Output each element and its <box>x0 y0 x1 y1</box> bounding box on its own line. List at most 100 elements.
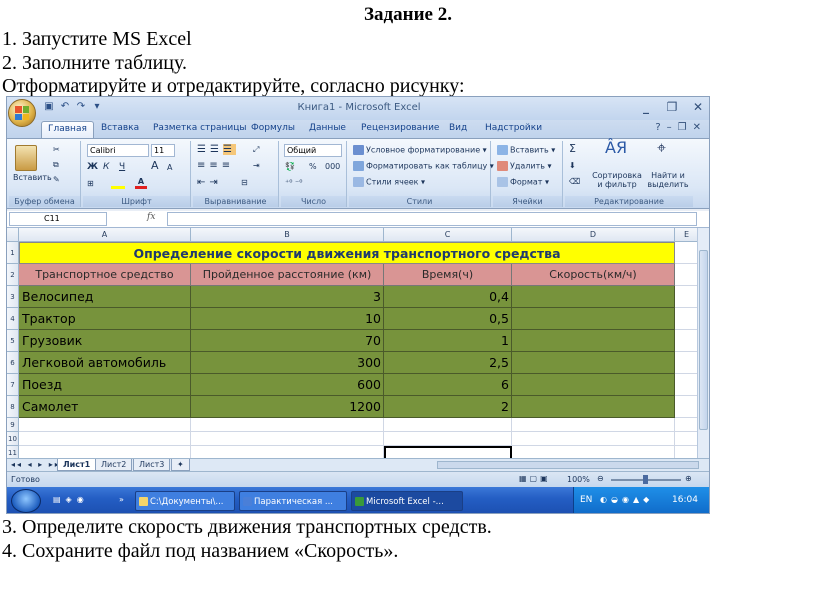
zoom-out-icon[interactable]: ⊖ <box>597 474 604 484</box>
header-cell[interactable]: Транспортное средство <box>19 264 191 286</box>
row-header-10[interactable]: 10 <box>7 432 19 446</box>
empty-cell[interactable] <box>675 432 699 446</box>
ribbon-restore-icon[interactable]: ❐ <box>678 122 687 133</box>
copy-icon[interactable]: ⧉ <box>53 160 59 170</box>
tab-insert[interactable]: Вставка <box>101 123 139 133</box>
row-header-4[interactable]: 4 <box>7 308 19 330</box>
row-header-7[interactable]: 7 <box>7 374 19 396</box>
data-cell[interactable]: Грузовик <box>19 330 191 352</box>
percent-button[interactable]: % <box>309 162 317 172</box>
format-cells-button[interactable]: Формат ▾ <box>497 177 549 188</box>
help-icon[interactable]: ? <box>655 122 660 133</box>
column-header-d[interactable]: D <box>512 228 675 242</box>
data-cell[interactable]: 0,4 <box>384 286 512 308</box>
task-button-word[interactable]: Парактическая ... <box>239 491 347 511</box>
italic-button[interactable]: К <box>103 162 109 172</box>
zoom-slider-thumb[interactable] <box>643 475 648 484</box>
formula-input[interactable] <box>167 212 697 226</box>
insert-cells-button[interactable]: Вставить ▾ <box>497 145 555 156</box>
data-cell[interactable]: 3 <box>191 286 384 308</box>
tab-page-layout[interactable]: Разметка страницы <box>153 123 247 133</box>
empty-cell[interactable] <box>191 432 384 446</box>
sheet-tab-1[interactable]: Лист1 <box>57 459 97 471</box>
autosum-button[interactable]: Σ <box>569 143 576 154</box>
paste-button[interactable]: Вставить <box>13 173 52 183</box>
bold-button[interactable]: Ж <box>87 162 98 172</box>
sheet-tab-2[interactable]: Лист2 <box>95 459 133 471</box>
column-header-c[interactable]: C <box>384 228 512 242</box>
conditional-formatting-button[interactable]: Условное форматирование ▾ <box>353 145 487 156</box>
select-all-corner[interactable] <box>7 228 19 242</box>
table-title-cell[interactable]: Определение скорости движения транспортн… <box>19 242 675 264</box>
find-select-button[interactable]: Найти и выделить <box>645 171 691 189</box>
horizontal-scrollbar[interactable] <box>437 461 699 469</box>
empty-cell[interactable] <box>675 264 699 286</box>
grow-font-button[interactable]: A <box>151 160 159 171</box>
sheet-tab-3[interactable]: Лист3 <box>133 459 171 471</box>
delete-cells-button[interactable]: Удалить ▾ <box>497 161 552 172</box>
maximize-icon[interactable]: ❐ <box>663 100 681 114</box>
data-cell[interactable] <box>512 286 675 308</box>
cut-icon[interactable]: ✂ <box>53 145 60 155</box>
data-cell[interactable] <box>512 330 675 352</box>
data-cell[interactable] <box>512 374 675 396</box>
tab-home[interactable]: Главная <box>41 121 94 138</box>
office-button[interactable] <box>8 99 36 127</box>
row-header-9[interactable]: 9 <box>7 418 19 432</box>
column-header-a[interactable]: A <box>19 228 191 242</box>
scroll-thumb[interactable] <box>699 250 708 430</box>
empty-cell[interactable] <box>675 242 699 264</box>
align-horizontal-icons[interactable]: ≡≡≡ <box>197 161 234 171</box>
indent-icons[interactable]: ⇤⇥ <box>197 178 222 188</box>
tray-icons[interactable]: ◐◒◉▲◆ <box>600 495 653 505</box>
insert-sheet-icon[interactable]: ✦ <box>171 459 190 471</box>
vertical-scrollbar[interactable] <box>697 228 709 458</box>
decimal-icons[interactable]: ⁺⁰ ⁻⁰ <box>285 178 302 188</box>
tab-review[interactable]: Рецензирование <box>361 123 439 133</box>
thousands-button[interactable]: 000 <box>325 162 340 172</box>
data-cell[interactable] <box>512 308 675 330</box>
minimize-icon[interactable]: _ <box>637 100 655 114</box>
paste-icon[interactable] <box>15 145 37 171</box>
empty-cell[interactable] <box>19 418 191 432</box>
font-name-combo[interactable]: Calibri <box>87 144 149 157</box>
empty-cell[interactable] <box>675 352 699 374</box>
row-header-2[interactable]: 2 <box>7 264 19 286</box>
ribbon-minimize-icon[interactable]: – <box>667 122 672 133</box>
quick-launch-more-icon[interactable]: » <box>119 495 124 505</box>
data-cell[interactable] <box>512 352 675 374</box>
insert-function-button[interactable]: fx <box>147 212 167 226</box>
data-cell[interactable] <box>512 396 675 418</box>
empty-cell[interactable] <box>675 308 699 330</box>
number-format-combo[interactable]: Общий <box>284 144 342 157</box>
sort-filter-button[interactable]: Сортировка и фильтр <box>591 171 643 189</box>
data-cell[interactable]: 2,5 <box>384 352 512 374</box>
data-cell[interactable]: 600 <box>191 374 384 396</box>
shrink-font-button[interactable]: A <box>167 163 172 173</box>
column-header-e[interactable]: E <box>675 228 699 242</box>
sheet-nav-icons[interactable]: ◂◂ ◂ ▸ ▸▸ <box>11 460 61 470</box>
empty-cell[interactable] <box>512 418 675 432</box>
empty-cell[interactable] <box>675 330 699 352</box>
data-cell[interactable]: Велосипед <box>19 286 191 308</box>
row-header-8[interactable]: 8 <box>7 396 19 418</box>
row-header-1[interactable]: 1 <box>7 242 19 264</box>
data-cell[interactable]: 2 <box>384 396 512 418</box>
view-buttons-icons[interactable]: ▦▢▣ <box>519 474 551 484</box>
data-cell[interactable]: 10 <box>191 308 384 330</box>
format-as-table-button[interactable]: Форматировать как таблицу ▾ <box>353 161 494 172</box>
wrap-text-icon[interactable]: ⇥ <box>253 161 260 171</box>
task-button-documents[interactable]: C:\Документы\... <box>135 491 235 511</box>
clear-icon[interactable]: ⌫ <box>569 177 580 187</box>
empty-cell[interactable] <box>384 418 512 432</box>
tab-view[interactable]: Вид <box>449 123 467 133</box>
data-cell[interactable]: Самолет <box>19 396 191 418</box>
empty-cell[interactable] <box>675 396 699 418</box>
font-size-combo[interactable]: 11 <box>151 144 175 157</box>
data-cell[interactable]: Поезд <box>19 374 191 396</box>
merge-center-icon[interactable]: ⊟ <box>241 178 248 188</box>
format-painter-icon[interactable]: ✎ <box>53 175 60 185</box>
sort-filter-icon[interactable]: ÂЯ <box>605 140 627 156</box>
language-indicator[interactable]: EN <box>580 495 592 505</box>
quick-launch-icons[interactable]: ▤◈◉ <box>53 495 89 505</box>
